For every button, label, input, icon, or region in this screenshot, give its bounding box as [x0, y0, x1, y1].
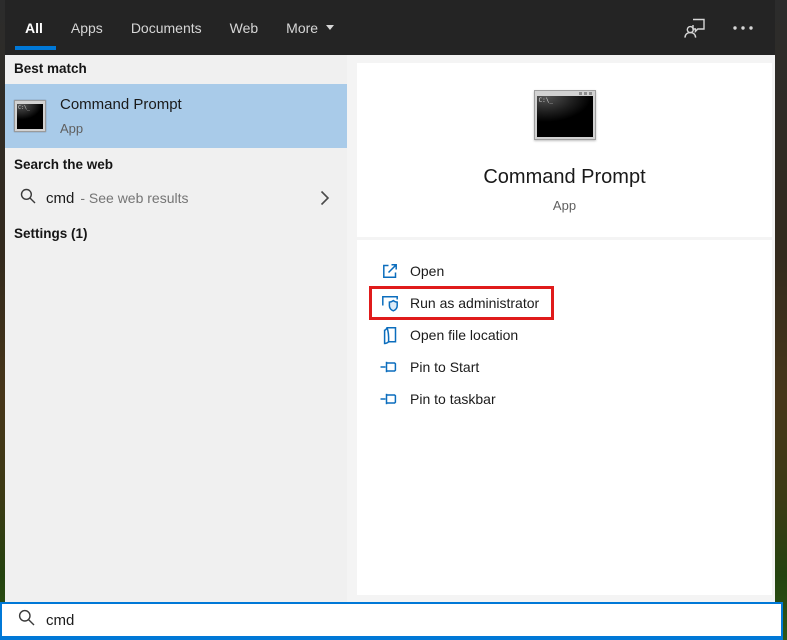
command-prompt-icon-large: C:\_: [534, 90, 596, 140]
web-query-text: cmd: [46, 190, 74, 207]
web-result-suffix: - See web results: [80, 190, 188, 206]
open-icon: [380, 261, 400, 281]
action-run-as-administrator[interactable]: Run as administrator: [357, 287, 772, 319]
app-detail-card: C:\_ Command Prompt App: [357, 63, 772, 237]
action-pin-to-start[interactable]: Pin to Start: [357, 351, 772, 383]
results-column: Best match C:\_ Command Prompt App Searc…: [5, 55, 347, 602]
action-label: Run as administrator: [410, 295, 539, 311]
action-label: Pin to taskbar: [410, 391, 496, 407]
tab-all[interactable]: All: [25, 0, 43, 55]
chevron-right-icon: [320, 190, 330, 211]
action-label: Open file location: [410, 327, 518, 343]
search-results-panel: All Apps Documents Web More: [5, 0, 775, 602]
pin-icon: [380, 389, 400, 409]
search-body: Best match C:\_ Command Prompt App Searc…: [5, 55, 775, 602]
navbar-right-icons: [683, 16, 775, 40]
best-match-result-command-prompt[interactable]: C:\_ Command Prompt App: [5, 84, 347, 148]
action-label: Open: [410, 263, 444, 279]
detail-app-title: Command Prompt: [483, 166, 645, 189]
open-file-location-icon: [380, 325, 400, 345]
more-options-icon[interactable]: [731, 24, 755, 32]
search-filter-bar: All Apps Documents Web More: [5, 0, 775, 55]
action-open[interactable]: Open: [357, 255, 772, 287]
tab-documents[interactable]: Documents: [131, 0, 202, 55]
action-open-file-location[interactable]: Open file location: [357, 319, 772, 351]
search-icon: [18, 609, 35, 631]
command-prompt-icon: C:\_: [14, 100, 46, 132]
action-pin-to-taskbar[interactable]: Pin to taskbar: [357, 383, 772, 415]
search-icon: [20, 188, 36, 209]
app-actions-card: Open Run as administrator: [357, 240, 772, 595]
tab-web[interactable]: Web: [230, 0, 259, 55]
chevron-down-icon: [326, 25, 334, 30]
web-search-result[interactable]: cmd - See web results: [5, 180, 347, 216]
search-the-web-header: Search the web: [14, 157, 113, 172]
more-label: More: [286, 20, 318, 36]
tab-more-dropdown[interactable]: More: [286, 0, 334, 55]
detail-app-subtitle: App: [553, 198, 576, 213]
detail-column: C:\_ Command Prompt App: [347, 55, 775, 602]
windows-search-flyout: All Apps Documents Web More: [0, 0, 787, 640]
best-match-title: Command Prompt: [60, 96, 182, 113]
tab-apps[interactable]: Apps: [71, 0, 103, 55]
best-match-subtitle: App: [60, 121, 83, 136]
best-match-header: Best match: [14, 61, 87, 76]
action-label: Pin to Start: [410, 359, 479, 375]
run-as-administrator-icon: [380, 293, 400, 313]
settings-header: Settings (1): [14, 226, 88, 241]
feedback-icon[interactable]: [683, 16, 707, 40]
pin-icon: [380, 357, 400, 377]
search-input[interactable]: [46, 612, 646, 629]
taskbar-search-box: [0, 602, 783, 640]
window-controls-decoration: [579, 92, 592, 95]
